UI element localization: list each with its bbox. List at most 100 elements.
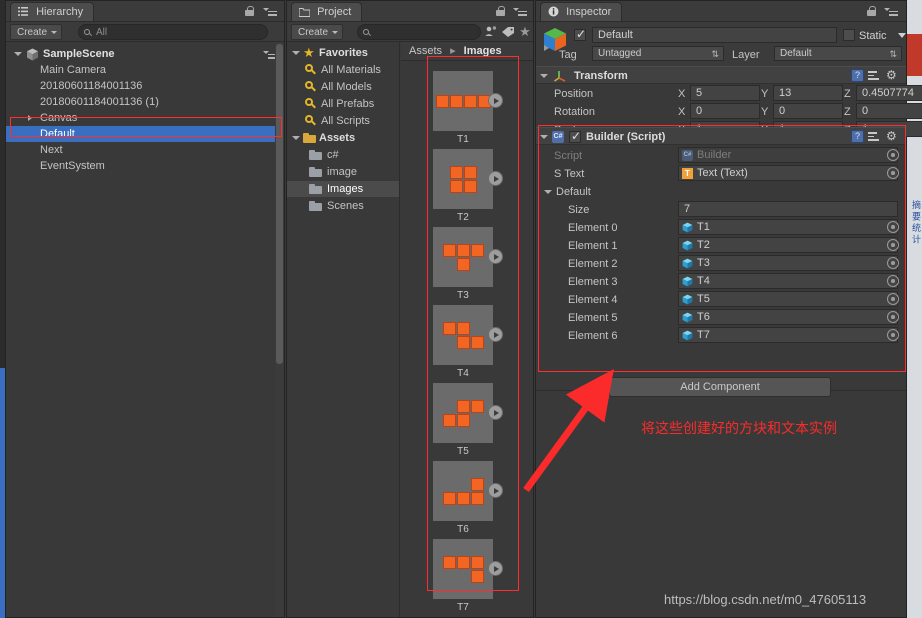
- filter-by-type-icon[interactable]: [483, 24, 499, 40]
- project-folder-images[interactable]: Images: [287, 181, 399, 197]
- hierarchy-create-button[interactable]: Create: [10, 24, 63, 40]
- chevron-right-icon[interactable]: [28, 115, 32, 121]
- transform-component-header[interactable]: Transform ? ⚙: [536, 66, 906, 84]
- transform-rotation-y-field[interactable]: 0: [773, 103, 843, 119]
- lock-icon[interactable]: [867, 6, 876, 16]
- array-element-object-picker[interactable]: [887, 221, 899, 233]
- asset-item[interactable]: T3: [431, 227, 503, 301]
- asset-preview-play-icon[interactable]: [488, 405, 503, 420]
- project-search-input[interactable]: [357, 24, 481, 40]
- chevron-down-icon[interactable]: [292, 136, 300, 140]
- array-element-field[interactable]: T2: [678, 237, 898, 253]
- builder-enabled-checkbox[interactable]: [569, 129, 581, 143]
- tab-project[interactable]: Project: [291, 2, 363, 21]
- preset-icon[interactable]: [868, 130, 881, 143]
- tag-dropdown[interactable]: Untagged: [592, 46, 724, 61]
- array-element-object-picker[interactable]: [887, 239, 899, 251]
- project-folder-image[interactable]: image: [287, 164, 399, 180]
- array-element-field[interactable]: T4: [678, 273, 898, 289]
- scene-root-row[interactable]: SampleScene: [6, 46, 284, 62]
- panel-menu-icon[interactable]: [513, 7, 527, 16]
- static-dropdown-icon[interactable]: [898, 33, 906, 38]
- array-element-field[interactable]: T6: [678, 309, 898, 325]
- asset-preview-play-icon[interactable]: [488, 93, 503, 108]
- favorite-item-all-scripts[interactable]: All Scripts: [287, 113, 399, 129]
- breadcrumb-assets[interactable]: Assets: [409, 45, 442, 57]
- array-element-object-picker[interactable]: [887, 257, 899, 269]
- static-checkbox[interactable]: [843, 29, 855, 41]
- layer-dropdown[interactable]: Default: [774, 46, 902, 61]
- asset-item[interactable]: T2: [431, 149, 503, 223]
- array-element-field[interactable]: T7: [678, 327, 898, 343]
- lock-icon[interactable]: [496, 6, 505, 16]
- help-icon[interactable]: ?: [851, 130, 864, 143]
- filter-by-label-icon[interactable]: [500, 24, 516, 40]
- favorite-item-all-models[interactable]: All Models: [287, 79, 399, 95]
- panel-menu-icon[interactable]: [263, 7, 277, 16]
- favorites-star-icon[interactable]: ★: [517, 24, 533, 40]
- project-folder-c[interactable]: c#: [287, 147, 399, 163]
- asset-item[interactable]: T4: [431, 305, 503, 379]
- stext-object-picker[interactable]: [887, 167, 899, 179]
- hierarchy-item-20180601184001136-1[interactable]: 20180601184001136 (1): [6, 94, 284, 110]
- transform-position-y-field[interactable]: 13: [773, 85, 843, 101]
- gear-icon[interactable]: ⚙: [886, 69, 899, 82]
- tab-hierarchy[interactable]: Hierarchy: [10, 2, 95, 21]
- favorite-item-all-prefabs[interactable]: All Prefabs: [287, 96, 399, 112]
- favorites-row[interactable]: ★ Favorites: [287, 45, 399, 61]
- array-foldout-row[interactable]: Default: [536, 183, 906, 201]
- breadcrumb-images[interactable]: Images: [464, 45, 502, 57]
- array-element-object-picker[interactable]: [887, 329, 899, 341]
- array-element-field[interactable]: T3: [678, 255, 898, 271]
- panel-menu-icon[interactable]: [884, 7, 898, 16]
- stext-field[interactable]: T Text (Text): [678, 165, 898, 181]
- asset-item[interactable]: T7: [431, 539, 503, 613]
- hierarchy-item-eventsystem[interactable]: EventSystem: [6, 158, 284, 174]
- hierarchy-item-canvas[interactable]: Canvas: [6, 110, 284, 126]
- transform-rotation-x-field[interactable]: 0: [690, 103, 760, 119]
- chevron-down-icon[interactable]: [540, 74, 548, 78]
- gear-icon[interactable]: ⚙: [886, 130, 899, 143]
- array-element-object-picker[interactable]: [887, 293, 899, 305]
- preset-icon[interactable]: [868, 69, 881, 82]
- tab-inspector[interactable]: Inspector: [540, 2, 623, 21]
- object-name-field[interactable]: Default: [592, 27, 837, 43]
- size-field[interactable]: 7: [678, 201, 898, 217]
- chevron-down-icon[interactable]: [14, 52, 22, 56]
- layer-value: Default: [780, 48, 812, 59]
- array-element-field[interactable]: T5: [678, 291, 898, 307]
- asset-item[interactable]: T5: [431, 383, 503, 457]
- array-element-field[interactable]: T1: [678, 219, 898, 235]
- project-create-button[interactable]: Create: [291, 24, 344, 40]
- hierarchy-item-default[interactable]: Default: [6, 126, 284, 142]
- help-icon[interactable]: ?: [851, 69, 864, 82]
- chevron-down-icon[interactable]: [292, 51, 300, 55]
- array-element-object-picker[interactable]: [887, 311, 899, 323]
- asset-preview-play-icon[interactable]: [488, 327, 503, 342]
- lock-icon[interactable]: [245, 6, 254, 16]
- asset-preview-play-icon[interactable]: [488, 483, 503, 498]
- builder-component-header[interactable]: C# Builder (Script) ? ⚙: [536, 127, 906, 145]
- hierarchy-search-input[interactable]: All: [78, 24, 268, 40]
- transform-position-z-field[interactable]: 0.4507774: [856, 85, 922, 101]
- chevron-down-icon[interactable]: [544, 190, 552, 194]
- asset-preview-play-icon[interactable]: [488, 171, 503, 186]
- project-folder-scenes[interactable]: Scenes: [287, 198, 399, 214]
- asset-item[interactable]: T6: [431, 461, 503, 535]
- array-element-row: Element 1 T2: [536, 237, 906, 255]
- hierarchy-scrollbar[interactable]: [275, 42, 284, 617]
- assets-row[interactable]: Assets: [287, 130, 399, 146]
- transform-position-x-field[interactable]: 5: [690, 85, 760, 101]
- transform-rotation-z-field[interactable]: 0: [856, 103, 922, 119]
- asset-preview-play-icon[interactable]: [488, 249, 503, 264]
- array-element-object-picker[interactable]: [887, 275, 899, 287]
- asset-item[interactable]: T1: [431, 71, 503, 145]
- asset-preview-play-icon[interactable]: [488, 561, 503, 576]
- favorite-item-all-materials[interactable]: All Materials: [287, 62, 399, 78]
- script-object-picker[interactable]: [887, 149, 899, 161]
- hierarchy-item-next[interactable]: Next: [6, 142, 284, 158]
- object-enabled-checkbox[interactable]: [574, 27, 586, 41]
- hierarchy-item-20180601184001136[interactable]: 20180601184001136: [6, 78, 284, 94]
- chevron-down-icon[interactable]: [540, 135, 548, 139]
- hierarchy-item-main-camera[interactable]: Main Camera: [6, 62, 284, 78]
